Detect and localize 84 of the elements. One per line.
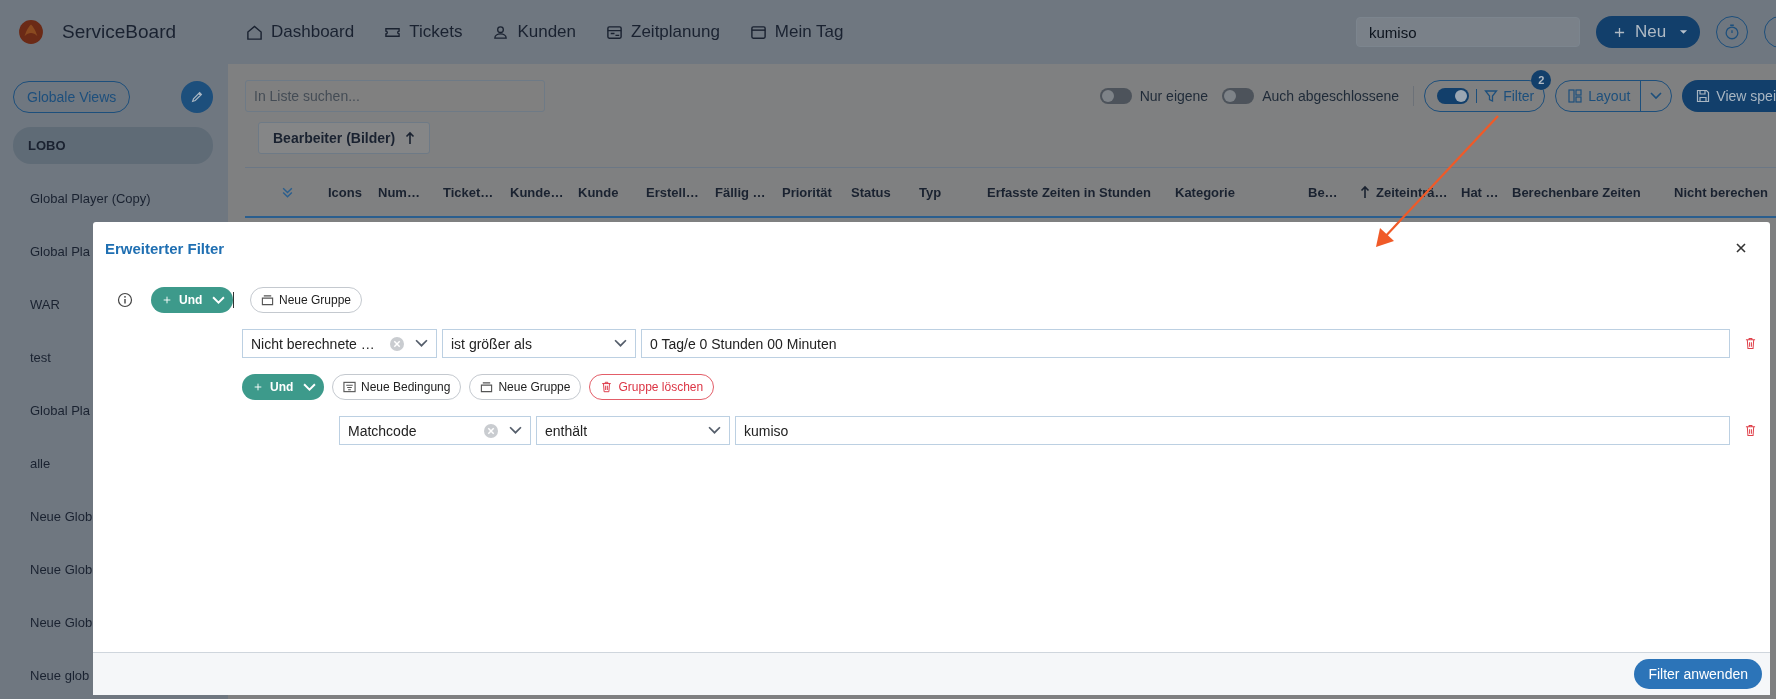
chevron-down-icon xyxy=(614,339,627,348)
column-header[interactable]: Erstell… xyxy=(646,184,699,200)
home-icon xyxy=(246,23,263,41)
logo-icon xyxy=(18,19,44,45)
toggle-switch[interactable] xyxy=(1222,88,1255,104)
filter-icon xyxy=(1484,89,1499,103)
caret-icon xyxy=(1679,29,1688,35)
column-header[interactable]: Status xyxy=(851,184,891,200)
chevron-down-icon xyxy=(509,426,522,435)
field-select[interactable]: Matchcode xyxy=(339,416,531,445)
plus-icon xyxy=(1614,26,1625,38)
pencil-icon xyxy=(190,90,204,104)
chevron-down-icon xyxy=(708,426,721,435)
sort-ascending-icon xyxy=(405,131,416,145)
column-header[interactable]: Kategorie xyxy=(1175,184,1235,200)
expand-all-icon[interactable] xyxy=(281,185,294,199)
toggle-label: Auch abgeschlossene xyxy=(1262,88,1400,104)
filter-count-badge: 2 xyxy=(1531,70,1552,90)
column-header[interactable]: Nicht berechen xyxy=(1674,184,1768,200)
nav-link[interactable]: Dashboard xyxy=(246,22,355,42)
person-icon xyxy=(492,23,510,41)
filter-toggle-switch[interactable] xyxy=(1437,88,1470,104)
column-header[interactable]: Kunde… xyxy=(510,184,564,200)
sidebar-item[interactable]: LOBO xyxy=(13,127,213,164)
new-group-button[interactable]: Neue Gruppe xyxy=(250,287,363,313)
operator-select[interactable]: ist größer als xyxy=(442,329,636,358)
clear-icon[interactable] xyxy=(389,335,405,352)
operator-button[interactable]: Und xyxy=(151,287,233,313)
layout-icon xyxy=(1568,89,1583,103)
chevron-down-icon xyxy=(212,295,225,305)
planner-icon xyxy=(606,23,623,41)
toggle-switch[interactable] xyxy=(1099,88,1132,104)
column-header[interactable]: Hat … xyxy=(1461,184,1499,200)
list-search-field[interactable]: In Liste suchen... xyxy=(245,80,545,112)
new-group-button[interactable]: Neue Gruppe xyxy=(469,374,582,400)
nav-link[interactable]: Kunden xyxy=(492,22,576,42)
plus-icon xyxy=(163,296,171,304)
column-header[interactable]: Be… xyxy=(1308,184,1338,200)
column-header[interactable]: Berechenbare Zeiten xyxy=(1512,184,1641,200)
chevron-down-icon xyxy=(1650,92,1663,100)
column-header[interactable]: Kunde xyxy=(578,184,619,200)
value-input[interactable]: kumiso xyxy=(735,416,1730,445)
sidebar-item[interactable]: Global Player (Copy) xyxy=(13,172,213,225)
toggle-label: Nur eigene xyxy=(1139,88,1209,104)
operator-select[interactable]: enthält xyxy=(536,416,730,445)
apply-filter-button[interactable]: Filter anwenden xyxy=(1634,659,1762,689)
sort-ascending-icon xyxy=(1359,185,1370,199)
field-select[interactable]: Nicht berechnete … xyxy=(242,329,437,358)
nav-link[interactable]: Zeitplanung xyxy=(606,22,720,42)
new-button[interactable]: Neu xyxy=(1596,16,1700,48)
close-icon xyxy=(1736,243,1746,253)
folder-icon xyxy=(261,294,274,306)
chevron-down-icon xyxy=(415,339,428,348)
info-icon[interactable] xyxy=(117,292,133,308)
trash-icon xyxy=(600,381,614,393)
column-header[interactable]: Icons xyxy=(328,184,362,200)
edit-button[interactable] xyxy=(181,81,213,113)
value-input[interactable]: 0 Tag/e 0 Stunden 00 Minuten xyxy=(641,329,1730,358)
list-icon xyxy=(343,381,356,393)
folder-icon xyxy=(480,381,494,393)
delete-group-button[interactable]: Gruppe löschen xyxy=(589,374,715,400)
app-name: ServiceBoard xyxy=(62,21,177,43)
plus-icon xyxy=(254,383,262,391)
trash-icon[interactable] xyxy=(1745,424,1756,437)
calendar-icon xyxy=(749,23,767,41)
column-header[interactable]: Priorität xyxy=(782,184,832,200)
column-header[interactable]: Erfasste Zeiten in Stunden xyxy=(987,184,1151,200)
chevron-down-icon xyxy=(303,382,316,392)
column-header[interactable]: Ticket… xyxy=(443,184,494,200)
column-header[interactable]: Num… xyxy=(378,184,420,200)
operator-button[interactable]: Und xyxy=(242,374,324,400)
nav-link[interactable]: Mein Tag xyxy=(749,22,844,42)
timer-icon xyxy=(1723,23,1741,41)
trash-icon[interactable] xyxy=(1745,337,1756,350)
column-header[interactable]: Fällig … xyxy=(715,184,766,200)
dialog-title: Erweiterter Filter xyxy=(105,239,225,257)
column-header[interactable]: Typ xyxy=(919,184,942,200)
new-condition-button[interactable]: Neue Bedingung xyxy=(332,374,462,400)
grouping-chip[interactable]: Bearbeiter (Bilder) xyxy=(258,122,431,154)
clear-icon[interactable] xyxy=(483,422,499,439)
save-view-button[interactable]: View spei xyxy=(1682,80,1776,112)
nav-link[interactable]: Tickets xyxy=(384,22,463,42)
search-field[interactable]: kumiso xyxy=(1356,17,1580,47)
save-icon xyxy=(1696,89,1711,103)
